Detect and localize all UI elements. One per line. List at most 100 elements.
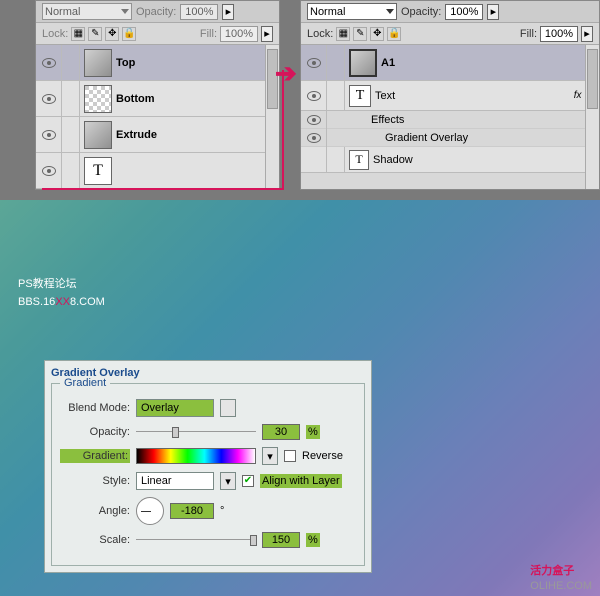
visibility-toggle[interactable] (301, 129, 327, 147)
link-cell[interactable] (327, 45, 345, 81)
opacity-label: Opacity: (136, 6, 176, 18)
layers-panel-right: Normal Opacity: 100% ▸ Lock: ▦ ✎ ✥ 🔒 Fil… (300, 0, 600, 190)
lock-move-icon[interactable]: ✥ (105, 27, 119, 41)
footer-en: OLIHE.COM (530, 580, 592, 592)
fx-badge[interactable]: fx (574, 90, 582, 101)
annotation-line (282, 70, 284, 190)
opacity-value[interactable]: 100% (445, 4, 483, 20)
layer-name[interactable]: A1 (381, 57, 599, 69)
layer-row[interactable]: T (36, 153, 279, 189)
visibility-toggle[interactable] (301, 111, 327, 129)
layer-name[interactable]: Shadow (373, 154, 413, 166)
angle-dial[interactable] (136, 497, 164, 525)
angle-row: Angle: -180 ° (60, 497, 356, 525)
visibility-toggle[interactable] (36, 45, 62, 81)
lock-move-icon[interactable]: ✥ (370, 27, 384, 41)
link-cell[interactable] (62, 45, 80, 81)
wm-a: BBS.16 (18, 296, 55, 308)
effect-item-row[interactable]: Gradient Overlay (301, 129, 599, 147)
lock-transparency-icon[interactable]: ▦ (71, 27, 85, 41)
blend-mode-dropdown-button[interactable] (220, 399, 236, 417)
opacity-slider[interactable] (136, 425, 256, 439)
layer-row[interactable]: T Text fx ▾ (301, 81, 599, 111)
lock-all-icon[interactable]: 🔒 (387, 27, 401, 41)
layer-row[interactable]: A1 (301, 45, 599, 81)
lock-brush-icon[interactable]: ✎ (353, 27, 367, 41)
text-layer-thumb[interactable]: T (84, 157, 112, 185)
fill-label: Fill: (200, 28, 217, 40)
visibility-toggle[interactable] (301, 147, 327, 173)
layer-name[interactable]: Bottom (116, 93, 279, 105)
layer-row[interactable]: Extrude (36, 117, 279, 153)
layer-name[interactable]: Text (375, 90, 574, 102)
fill-value[interactable]: 100% (220, 26, 258, 42)
angle-input[interactable]: -180 (170, 503, 214, 519)
scroll-thumb[interactable] (267, 49, 278, 109)
effects-row[interactable]: Effects (301, 111, 599, 129)
blend-mode-select[interactable]: Normal (42, 3, 132, 20)
visibility-toggle[interactable] (36, 153, 62, 189)
visibility-toggle[interactable] (301, 45, 327, 81)
align-checkbox[interactable]: ✔ (242, 475, 254, 487)
layer-thumb[interactable] (84, 121, 112, 149)
opacity-input[interactable]: 30 (262, 424, 300, 440)
layer-thumb[interactable] (349, 49, 377, 77)
opacity-label: Opacity: (60, 426, 130, 438)
link-cell[interactable] (327, 147, 345, 173)
visibility-toggle[interactable] (301, 81, 327, 111)
degree-label: ° (220, 505, 224, 517)
link-cell[interactable] (62, 117, 80, 153)
style-dropdown-button[interactable]: ▾ (220, 472, 236, 490)
visibility-toggle[interactable] (36, 81, 62, 117)
blend-mode-select[interactable]: Normal (307, 3, 397, 20)
layer-thumb[interactable] (84, 49, 112, 77)
scale-input[interactable]: 150 (262, 532, 300, 548)
lock-all-icon[interactable]: 🔒 (122, 27, 136, 41)
layer-row[interactable]: Bottom (36, 81, 279, 117)
fill-value[interactable]: 100% (540, 26, 578, 42)
chevron-down-icon (121, 9, 129, 14)
blend-mode-value: Overlay (141, 402, 179, 414)
visibility-toggle[interactable] (36, 117, 62, 153)
blend-mode-row: Blend Mode: Overlay (60, 399, 356, 417)
angle-label: Angle: (60, 505, 130, 517)
eye-icon (42, 166, 56, 176)
footer-cn: 活力盒子 (530, 565, 574, 577)
gradient-swatch[interactable] (136, 448, 256, 464)
link-cell[interactable] (62, 81, 80, 117)
reverse-label: Reverse (302, 450, 343, 462)
layer-row[interactable]: Top (36, 45, 279, 81)
eye-icon (307, 133, 321, 143)
fill-stepper[interactable]: ▸ (581, 26, 593, 42)
layer-name[interactable]: Top (116, 57, 279, 69)
layer-row[interactable]: T Shadow (301, 147, 599, 173)
scrollbar[interactable] (265, 45, 279, 189)
scale-slider[interactable] (136, 533, 256, 547)
slider-knob[interactable] (250, 535, 257, 546)
text-layer-thumb[interactable]: T (349, 85, 371, 107)
eye-icon (307, 58, 321, 68)
layer-thumb[interactable] (84, 85, 112, 113)
lock-brush-icon[interactable]: ✎ (88, 27, 102, 41)
fill-label: Fill: (520, 28, 537, 40)
slider-knob[interactable] (172, 427, 179, 438)
lock-row: Lock: ▦ ✎ ✥ 🔒 Fill: 100% ▸ (301, 23, 599, 45)
scrollbar[interactable] (585, 45, 599, 189)
link-cell[interactable] (62, 153, 80, 189)
layer-list: A1 T Text fx ▾ Effects Gradient Overlay … (301, 45, 599, 173)
layer-name[interactable]: Extrude (116, 129, 279, 141)
blend-mode-select[interactable]: Overlay (136, 399, 214, 417)
opacity-stepper[interactable]: ▸ (487, 4, 499, 20)
text-layer-thumb[interactable]: T (349, 150, 369, 170)
style-select[interactable]: Linear (136, 472, 214, 490)
scroll-thumb[interactable] (587, 49, 598, 109)
wm-b: XX (55, 296, 70, 308)
fill-stepper[interactable]: ▸ (261, 26, 273, 42)
reverse-checkbox[interactable] (284, 450, 296, 462)
gradient-dropdown-button[interactable]: ▾ (262, 447, 278, 465)
opacity-value[interactable]: 100% (180, 4, 218, 20)
lock-row: Lock: ▦ ✎ ✥ 🔒 Fill: 100% ▸ (36, 23, 279, 45)
lock-transparency-icon[interactable]: ▦ (336, 27, 350, 41)
link-cell[interactable] (327, 81, 345, 111)
opacity-stepper[interactable]: ▸ (222, 4, 234, 20)
